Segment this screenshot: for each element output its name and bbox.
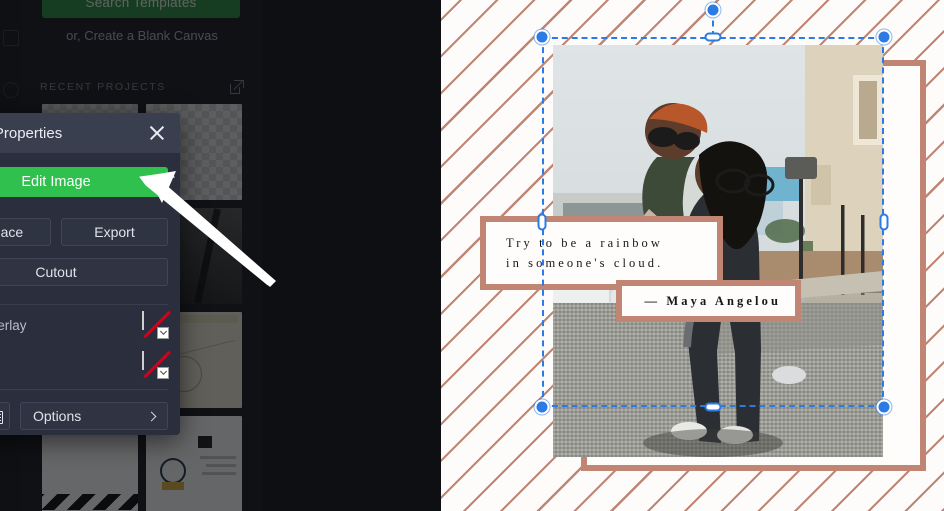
edit-image-button[interactable]: Edit Image [0, 167, 168, 197]
author-text-box[interactable]: — Maya Angelou [616, 280, 801, 322]
color-overlay-row: Color Overlay [0, 305, 169, 345]
panel-title: Image Properties [0, 124, 63, 142]
no-color-swatch-icon[interactable] [142, 311, 144, 330]
quote-line-2: in someone's cloud. [506, 256, 664, 270]
search-templates-label: Search Templates [85, 0, 197, 10]
help-icon[interactable] [3, 82, 19, 98]
panel-body: Edit Image Replace Export Cutout Color O… [0, 153, 180, 390]
design-canvas[interactable]: Try to be a rainbow in someone's cloud. … [441, 0, 944, 511]
chevron-down-icon[interactable] [157, 367, 169, 379]
app-left-region: Search Templates or, Create a Blank Canv… [0, 0, 441, 511]
export-label: Export [94, 224, 135, 240]
chevron-right-icon [146, 411, 157, 421]
effect-swatch[interactable] [142, 351, 169, 379]
quote-text-box[interactable]: Try to be a rainbow in someone's cloud. [480, 216, 723, 290]
options-button[interactable]: Options [20, 402, 168, 430]
options-label: Options [33, 408, 82, 424]
author-text: — Maya Angelou [644, 293, 781, 308]
replace-label: Replace [0, 224, 24, 240]
panel-header: Image Properties [0, 113, 180, 153]
color-overlay-label: Color Overlay [0, 317, 27, 333]
cutout-label: Cutout [35, 264, 77, 280]
external-link-icon[interactable] [230, 80, 244, 94]
recent-projects-label: RECENT PROJECTS [40, 81, 166, 93]
recent-projects-header: RECENT PROJECTS [40, 80, 244, 94]
chevron-down-icon[interactable] [157, 327, 169, 339]
create-blank-canvas-link[interactable]: or, Create a Blank Canvas [22, 28, 262, 43]
edit-image-label: Edit Image [21, 174, 91, 190]
create-blank-canvas-label: or, Create a Blank Canvas [66, 28, 218, 43]
export-button[interactable]: Export [61, 218, 168, 246]
replace-button[interactable]: Replace [0, 218, 51, 246]
close-icon[interactable] [146, 122, 168, 144]
quote-line-1: Try to be a rainbow [506, 236, 664, 250]
replace-export-row: Replace Export [0, 218, 168, 246]
no-effect-swatch-icon[interactable] [142, 351, 144, 370]
app-root: Search Templates or, Create a Blank Canv… [0, 0, 944, 511]
panel-footer: T Options [0, 390, 180, 430]
cutout-button[interactable]: Cutout [0, 258, 168, 286]
image-properties-panel: Image Properties Edit Image Replace Expo… [0, 113, 180, 435]
effect-row: Effect [0, 345, 169, 385]
search-templates-button[interactable]: Search Templates [42, 0, 240, 18]
color-overlay-swatch[interactable] [142, 311, 169, 339]
panel-icon[interactable] [3, 30, 19, 46]
layers-icon[interactable] [0, 402, 10, 430]
